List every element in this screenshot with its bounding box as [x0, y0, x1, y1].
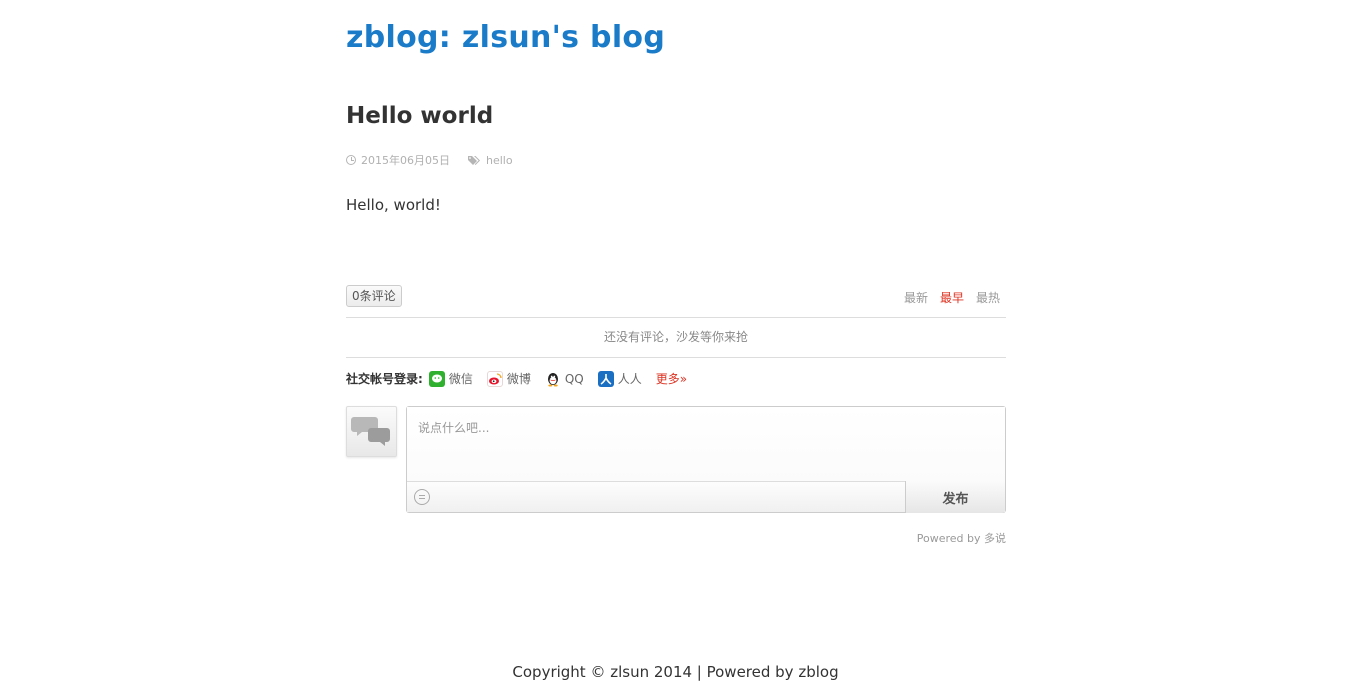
- more-login-options-link[interactable]: 更多»: [656, 370, 687, 387]
- sort-newest[interactable]: 最新: [904, 289, 928, 306]
- login-wechat[interactable]: 微信: [428, 370, 473, 387]
- sort-oldest[interactable]: 最早: [940, 289, 964, 306]
- powered-by-duoshuo: Powered by 多说: [916, 532, 1006, 545]
- post-tag-link[interactable]: hello: [486, 154, 513, 167]
- renren-icon: [597, 370, 614, 387]
- duoshuo-link[interactable]: 多说: [984, 532, 1006, 545]
- social-login: 社交帐号登录: 微信 微博 QQ 人人 更多»: [346, 370, 687, 387]
- social-login-label: 社交帐号登录:: [346, 372, 423, 386]
- publish-button[interactable]: 发布: [905, 481, 1005, 513]
- qq-penguin-icon: [544, 370, 561, 387]
- login-weibo[interactable]: 微博: [486, 370, 531, 387]
- speech-bubbles-icon: [351, 417, 390, 446]
- post-title: Hello world: [346, 103, 494, 129]
- post-body: Hello, world!: [346, 196, 441, 214]
- comment-actions-bar: 发布: [407, 481, 1005, 513]
- avatar: [346, 406, 397, 457]
- post-date: 2015年06月05日: [361, 154, 450, 167]
- weibo-icon: [486, 370, 503, 387]
- comment-sort: 最新 最早 最热: [904, 289, 1000, 306]
- comment-editor: 发布: [406, 406, 1006, 513]
- sort-hottest[interactable]: 最热: [976, 289, 1000, 306]
- comments-toolbar: 0条评论 最新 最早 最热: [346, 285, 1006, 318]
- clock-icon: [346, 155, 356, 165]
- comment-count-badge[interactable]: 0条评论: [346, 285, 402, 307]
- comment-input[interactable]: [407, 407, 1005, 481]
- wechat-icon: [428, 370, 445, 387]
- post-meta: 2015年06月05日 hello: [346, 152, 513, 168]
- login-qq[interactable]: QQ: [544, 370, 584, 387]
- empty-comments-message: 还没有评论，沙发等你来抢: [346, 318, 1006, 358]
- footer-copyright: Copyright © zlsun 2014 | Powered by zblo…: [512, 663, 839, 681]
- emoji-icon[interactable]: [414, 489, 430, 505]
- site-title[interactable]: zblog: zlsun's blog: [346, 20, 665, 55]
- tag-icon: [468, 155, 480, 165]
- login-renren[interactable]: 人人: [597, 370, 642, 387]
